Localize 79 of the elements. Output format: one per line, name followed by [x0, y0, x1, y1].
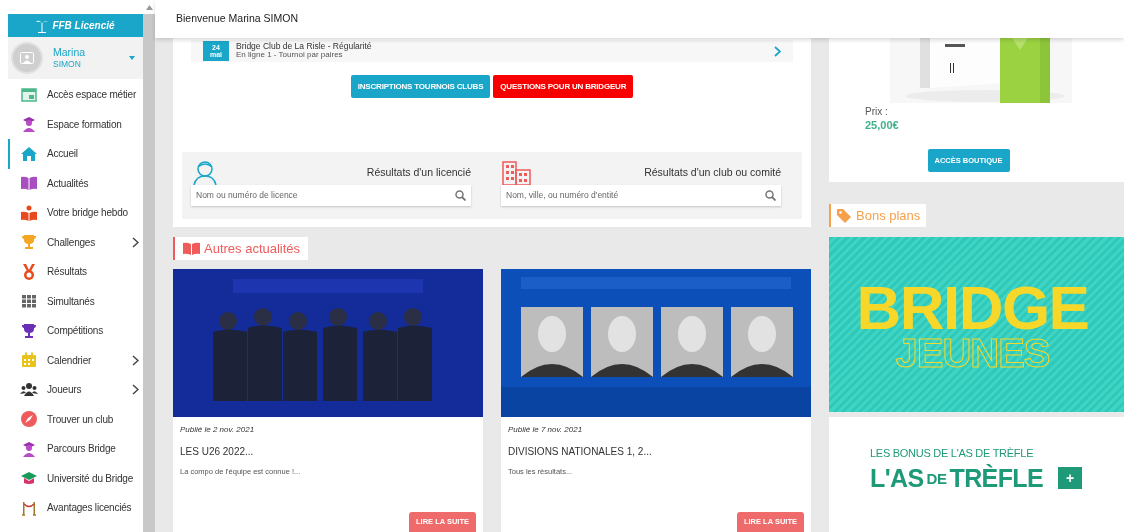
brand-name: FFB Licencié [52, 19, 115, 33]
compass-icon [20, 410, 38, 429]
search-title: Résultats d'un club ou comité [644, 165, 781, 181]
sidebar-item[interactable]: Avantages licenciés [8, 493, 143, 523]
sidebar-label: Université du Bridge [47, 471, 134, 486]
welcome-text: Bienvenue Marina SIMON [176, 11, 298, 27]
sidebar-label: Trouver un club [47, 412, 114, 427]
medal-icon [20, 262, 38, 281]
search-title: Résultats d'un licencié [366, 165, 471, 181]
search-field[interactable]: Nom ou numéro de licence [191, 185, 471, 206]
sidebar-item[interactable]: Actualités [8, 168, 143, 198]
caret-down-icon [129, 56, 135, 60]
sidebar-item[interactable]: Compétitions [8, 316, 143, 346]
search-input[interactable]: Nom, ville, ou numéro d'entité [506, 189, 765, 202]
brand-logo-word: TRÈFLE [949, 465, 1043, 491]
tournament-title: Bridge Club de La Risle - Régularité [236, 42, 372, 52]
sidebar-item[interactable]: Trouver un club [8, 404, 143, 434]
search-input[interactable]: Nom ou numéro de licence [196, 189, 455, 202]
article-title: DIVISIONS NATIONALES 1, 2... [507, 445, 653, 459]
calendar-icon [20, 351, 38, 370]
sidebar-item[interactable]: Calendrier [8, 345, 143, 375]
sidebar-label: Simultanés [47, 294, 95, 309]
home-icon [20, 144, 38, 163]
search-icon [455, 190, 466, 201]
tag-icon [837, 208, 851, 223]
graduate-icon [20, 439, 38, 458]
users-icon [20, 380, 38, 399]
sidebar-label: Challenges [47, 235, 96, 250]
sidebar-label: Résultats [47, 265, 87, 280]
person-outline-icon [192, 159, 218, 185]
sidebar-item[interactable]: Résultats [8, 257, 143, 287]
scroll-up-icon[interactable] [145, 4, 153, 10]
sidebar-item[interactable]: Université du Bridge [8, 463, 143, 493]
article-date: Publié le 2 nov. 2021 [180, 424, 256, 436]
sidebar-label: Parcours Bridge [47, 442, 116, 457]
sidebar-item[interactable]: Votre bridge hebdo [8, 198, 143, 228]
user-last-name: SIMON [53, 59, 82, 70]
search-icon [765, 190, 776, 201]
avatar-icon [11, 42, 43, 74]
search-field[interactable]: Nom, ville, ou numéro d'entité [501, 185, 781, 206]
sidebar-item[interactable]: Espace formation [8, 109, 143, 139]
sidebar-label: Compétitions [47, 324, 103, 339]
plus-button[interactable]: + [1058, 467, 1082, 489]
trophy-icon [20, 321, 38, 340]
book-icon [183, 242, 200, 255]
sidebar-label: Actualités [47, 176, 89, 191]
sidebar-item[interactable]: Accès espace métier [8, 80, 143, 110]
grid-icon [20, 292, 38, 311]
sidebar-label: Votre bridge hebdo [47, 206, 128, 221]
sidebar-label: Joueurs [47, 383, 82, 398]
sidebar-item[interactable]: Joueurs [8, 375, 143, 405]
sidebar-label: Espace formation [47, 117, 122, 132]
sidebar-label: Accès espace métier [47, 88, 137, 103]
sidebar-item[interactable]: Challenges [8, 227, 143, 257]
article-title: LES U26 2022... [180, 445, 255, 459]
book-icon [20, 174, 38, 193]
sidebar-label: Calendrier [47, 353, 92, 368]
buildings-icon [502, 161, 531, 185]
graduate-icon [20, 115, 38, 134]
sidebar-item[interactable]: Simultanés [8, 286, 143, 316]
window-icon [20, 85, 38, 104]
article-date: Publié le 7 nov. 2021 [507, 424, 584, 436]
price-label: Prix : [865, 106, 889, 119]
user-first-name: Marina [53, 46, 86, 60]
brand-logo-word: DE [926, 470, 947, 486]
price: 25,00€ [865, 118, 900, 133]
sidebar-item[interactable]: Parcours Bridge [8, 434, 143, 464]
brand-logo-word: L'AS [870, 465, 924, 491]
section-title: Bons plans [856, 206, 921, 225]
trophy-icon [20, 233, 38, 252]
scrollbar[interactable] [143, 0, 155, 532]
chevron-right-icon [774, 45, 781, 57]
action-button[interactable]: QUESTIONS POUR UN BRIDGEUR [493, 75, 634, 98]
section-title: Autres actualités [204, 239, 301, 258]
tournament-subtitle: En ligne 1 - Tournoi par paires [236, 51, 343, 60]
sidebar-label: Avantages licenciés [47, 501, 132, 516]
promo-caption: LES BONUS DE L'AS DE TRÈFLE [870, 446, 1035, 461]
sidebar-label: Accueil [47, 147, 78, 162]
reader-icon [20, 203, 38, 222]
